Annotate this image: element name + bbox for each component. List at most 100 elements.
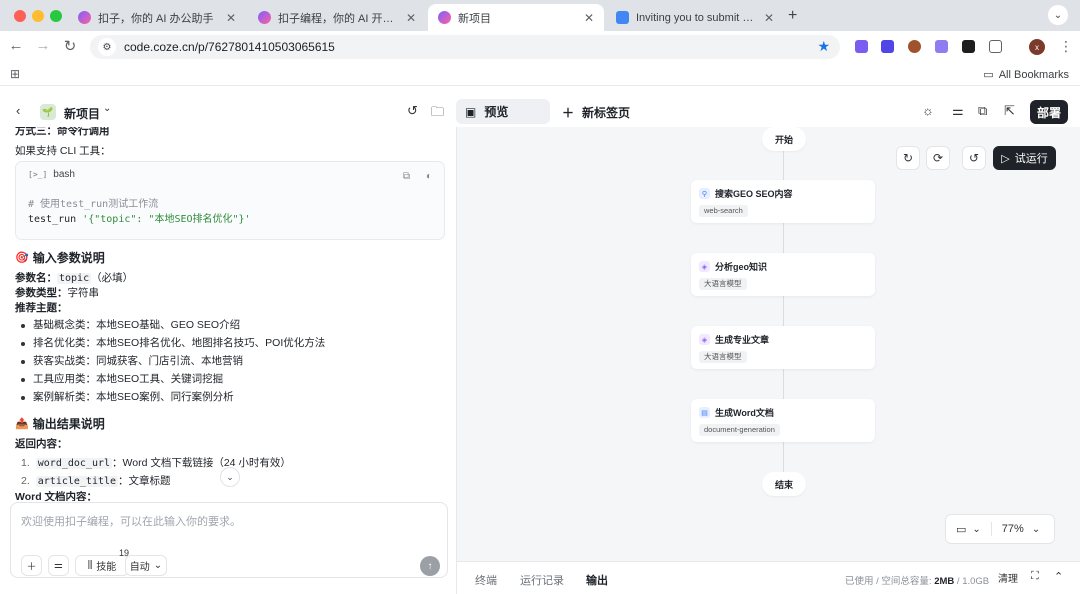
close-tab-icon[interactable]: ✕: [584, 11, 594, 25]
workflow-node[interactable]: ▤ 生成Word文档 document-generation: [691, 399, 875, 442]
chevron-down-icon[interactable]: ⌄: [1032, 524, 1040, 535]
workflow-node[interactable]: ◈ 分析geo知识 大语言模型: [691, 253, 875, 296]
apps-grid-icon[interactable]: ⊞: [10, 67, 20, 81]
settings-sliders-button[interactable]: ⚌: [48, 555, 69, 576]
back-arrow-icon[interactable]: ←: [6, 37, 26, 54]
code-argument: '{"topic": "本地SEO排名优化"}': [82, 214, 251, 225]
test-run-button[interactable]: ▷ 试运行: [993, 146, 1056, 170]
browser-menu-icon[interactable]: ⋮: [1059, 38, 1073, 55]
extension-1-icon[interactable]: [855, 40, 868, 53]
browser-tab-1[interactable]: 扣子，你的 AI 办公助手 ✕: [68, 4, 246, 31]
add-attachment-button[interactable]: ＋: [21, 555, 42, 576]
theme-toggle-icon[interactable]: ◐: [426, 169, 432, 184]
workflow-canvas[interactable]: 开始 ⚲ 搜索GEO SEO内容 web-search ◈ 分析geo知识 大语…: [457, 127, 1080, 561]
coze-favicon-icon: [78, 11, 91, 24]
fullscreen-icon[interactable]: ⛶: [1031, 570, 1039, 583]
mode-select[interactable]: 自动 ⌄: [125, 555, 167, 576]
cut-off-line: Word 文档内容：: [15, 491, 98, 501]
zoom-level[interactable]: 77%: [1002, 523, 1024, 535]
zoom-control[interactable]: ▭ ⌄ 77% ⌄: [945, 514, 1055, 544]
coze-favicon-icon: [438, 11, 451, 24]
collapse-up-icon[interactable]: ⌃: [1054, 570, 1063, 583]
chat-placeholder: 欢迎使用扣子编程，可以在此输入你的要求。: [21, 516, 241, 528]
close-window-button[interactable]: [14, 10, 26, 22]
history-button[interactable]: ↺: [962, 146, 986, 170]
maximize-window-button[interactable]: [50, 10, 62, 22]
back-chevron-icon[interactable]: ‹: [16, 103, 20, 118]
chevron-down-icon[interactable]: ⌄: [972, 524, 980, 535]
profile-avatar[interactable]: x: [1029, 39, 1045, 55]
workflow-node[interactable]: ◈ 生成专业文章 大语言模型: [691, 326, 875, 369]
site-info-icon[interactable]: ⚙: [98, 38, 116, 56]
assistant-message: 方式三：命令行调用 如果支持 CLI 工具： [>_] bash ⧉ ◐ # 使…: [15, 127, 445, 501]
start-node[interactable]: 开始: [762, 127, 806, 151]
param-type-line: 参数类型：字符串: [15, 287, 99, 299]
end-node[interactable]: 结束: [762, 472, 806, 496]
preview-panel: 开始 ⚲ 搜索GEO SEO内容 web-search ◈ 分析geo知识 大语…: [456, 127, 1080, 594]
llm-node-icon: ◈: [699, 334, 710, 345]
list-item: 获客实战类：同城获客、门店引流、本地营销: [21, 352, 445, 370]
send-button[interactable]: ↑: [420, 556, 440, 576]
target-icon: 🎯: [15, 251, 29, 264]
settings-sliders-icon[interactable]: ⚌: [952, 103, 964, 119]
refresh-button[interactable]: ↻: [896, 146, 920, 170]
close-tab-icon[interactable]: ✕: [226, 11, 236, 25]
copy-code-icon[interactable]: ⧉: [403, 169, 410, 184]
tab-run-history[interactable]: 运行记录: [520, 572, 564, 588]
tab-preview[interactable]: ▣ 预览: [456, 99, 550, 124]
chat-input[interactable]: 欢迎使用扣子编程，可以在此输入你的要求。 ＋ ⚌ ⫼ 技能 19 自动 ⌄ ↑: [10, 502, 448, 578]
list-item: 工具应用类：本地SEO工具、关键词挖掘: [21, 370, 445, 388]
new-tab-plus-icon[interactable]: +: [788, 7, 797, 25]
extension-2-icon[interactable]: [881, 40, 894, 53]
browser-tab-2[interactable]: 扣子编程，你的 AI 开发伙伴， ✕: [248, 4, 426, 31]
tab-terminal[interactable]: 终端: [475, 572, 497, 588]
history-icon[interactable]: ↺: [407, 103, 418, 119]
input-params-heading: 🎯 输入参数说明: [15, 250, 105, 265]
copy-icon[interactable]: ⧉: [978, 103, 987, 119]
bookmark-star-icon[interactable]: ★: [817, 38, 830, 55]
coze-favicon-icon: [258, 11, 271, 24]
reload-icon[interactable]: ↻: [60, 37, 80, 55]
open-external-icon[interactable]: ⇱: [1004, 103, 1015, 119]
search-node-icon: ⚲: [699, 188, 710, 199]
deploy-button[interactable]: 部署: [1030, 100, 1068, 124]
layout-icon[interactable]: ▭: [956, 523, 966, 536]
terminal-extension-icon[interactable]: [962, 40, 975, 53]
sliders-icon: ⚌: [54, 560, 63, 571]
project-menu-chevron-icon[interactable]: ⌄: [103, 103, 111, 114]
forward-arrow-icon[interactable]: →: [33, 37, 53, 54]
project-title[interactable]: 新项目: [64, 105, 100, 122]
tab-search-chevron-icon[interactable]: ⌄: [1048, 5, 1068, 25]
tab-output[interactable]: 输出: [586, 572, 608, 588]
bookmarks-bar: ⊞ ▭ All Bookmarks: [0, 63, 1080, 86]
minimize-window-button[interactable]: [32, 10, 44, 22]
browser-tab-4[interactable]: Inviting you to submit files ✕: [606, 4, 784, 31]
terminal-icon: [>_]: [28, 170, 48, 179]
chat-panel: 方式三：命令行调用 如果支持 CLI 工具： [>_] bash ⧉ ◐ # 使…: [0, 127, 456, 501]
return-label: 返回内容：: [15, 438, 68, 450]
history-icon: ↺: [968, 151, 980, 165]
extensions-puzzle-icon[interactable]: [989, 40, 1002, 53]
extension-4-icon[interactable]: [935, 40, 948, 53]
url-omnibox[interactable]: ⚙ code.coze.cn/p/7627801410503065615 ★: [90, 35, 840, 59]
skills-button[interactable]: ⫼ 技能: [75, 555, 129, 576]
google-drive-favicon-icon: [616, 11, 629, 24]
all-bookmarks-button[interactable]: ▭ All Bookmarks: [983, 68, 1069, 82]
scroll-down-chevron-icon[interactable]: ⌄: [220, 467, 240, 487]
clear-button[interactable]: 清理: [998, 570, 1018, 585]
chevron-down-icon: ⌄: [153, 560, 163, 571]
new-tab-button[interactable]: ＋ 新标签页: [562, 104, 630, 121]
play-icon: ▷: [1001, 152, 1010, 165]
extension-3-icon[interactable]: [908, 40, 921, 53]
code-command: test_run: [28, 214, 77, 225]
sync-button[interactable]: ⟳: [926, 146, 950, 170]
recommend-label: 推荐主题：: [15, 302, 68, 314]
close-tab-icon[interactable]: ✕: [406, 11, 416, 25]
url-text: code.coze.cn/p/7627801410503065615: [124, 40, 335, 54]
theme-sun-icon[interactable]: ☼: [922, 103, 934, 118]
close-tab-icon[interactable]: ✕: [764, 11, 774, 25]
workflow-node[interactable]: ⚲ 搜索GEO SEO内容 web-search: [691, 180, 875, 223]
folder-icon[interactable]: 🗀: [431, 103, 444, 125]
document-node-icon: ▤: [699, 407, 710, 418]
browser-tab-3-active[interactable]: 新项目 ✕: [428, 4, 604, 31]
